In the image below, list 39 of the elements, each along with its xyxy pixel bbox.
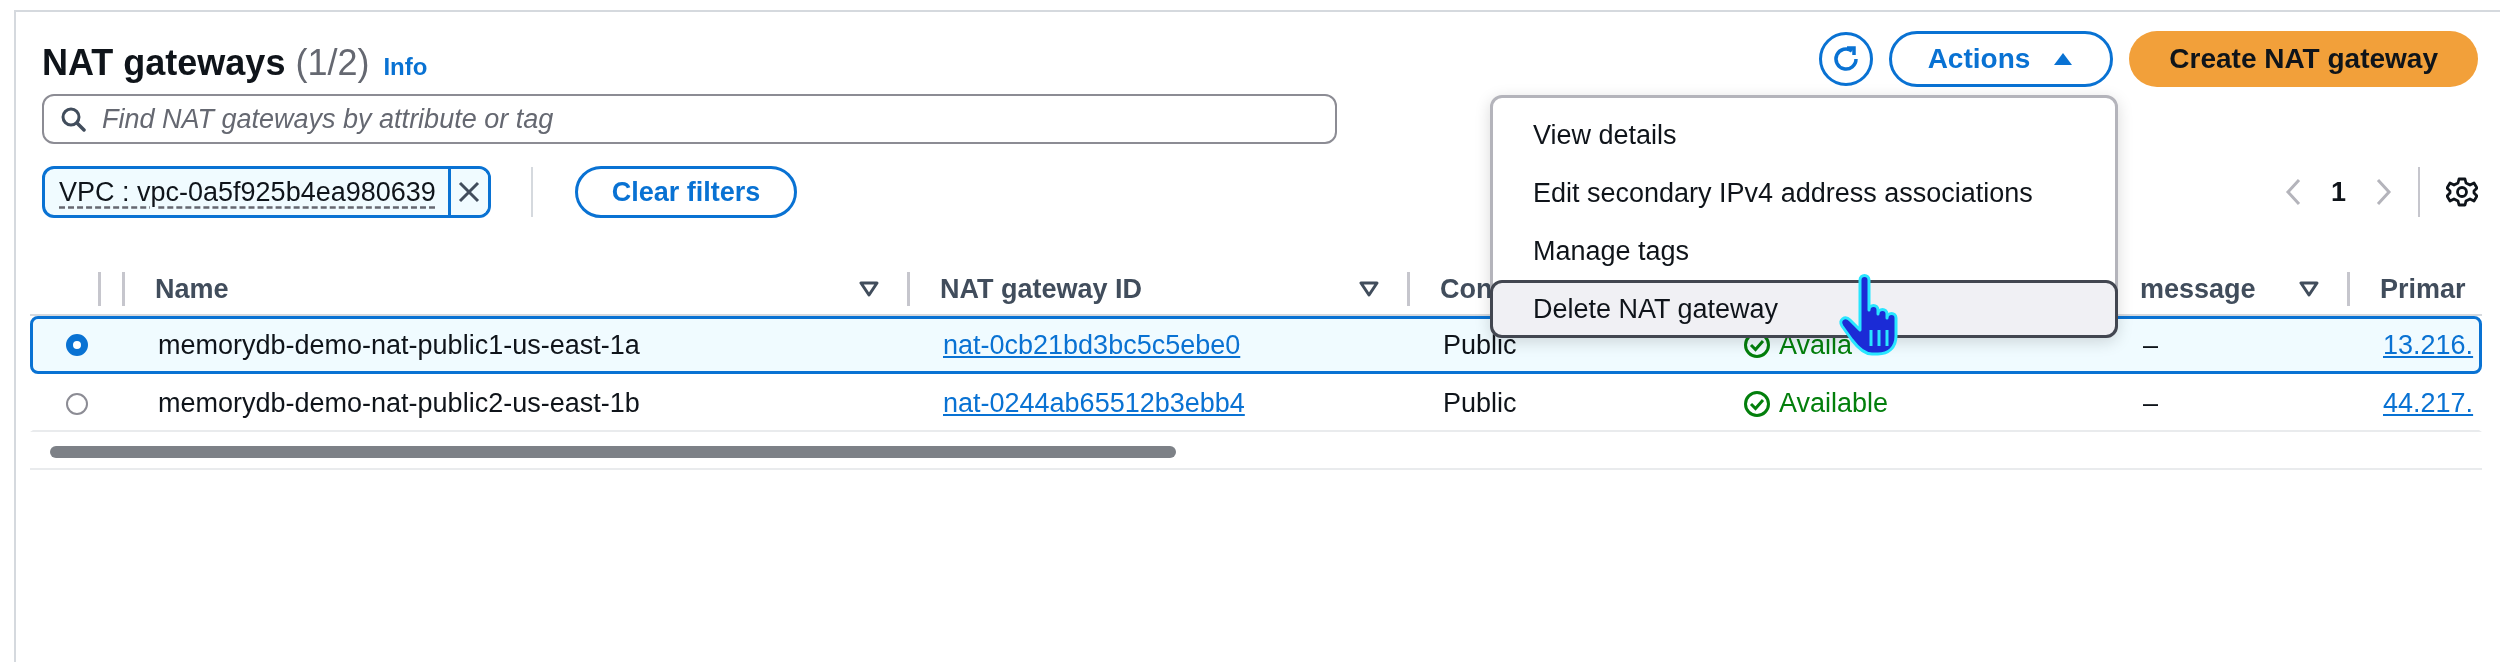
column-header[interactable]: Primar: [2380, 273, 2466, 305]
sort-icon[interactable]: [2299, 281, 2319, 297]
table-cell: –: [2143, 329, 2159, 361]
menu-item[interactable]: View details: [1490, 106, 2118, 164]
column-header[interactable]: Name: [155, 273, 859, 305]
column-header[interactable]: NAT gateway ID: [940, 273, 1359, 305]
selection-count: (1/2): [295, 42, 370, 84]
table-link[interactable]: 44.217.: [2383, 388, 2474, 419]
table-cell: –: [2143, 388, 2159, 419]
remove-filter-button[interactable]: [447, 169, 488, 215]
search-field[interactable]: Find NAT gateways by attribute or tag: [42, 94, 1337, 144]
table-link[interactable]: nat-0244ab65512b3ebb4: [943, 388, 1245, 419]
table-link[interactable]: 13.216.: [2383, 329, 2474, 361]
page-title: NAT gateways: [42, 42, 286, 84]
search-icon: [60, 106, 86, 132]
sort-icon[interactable]: [1359, 281, 1379, 297]
caret-icon: [2052, 51, 2075, 67]
menu-item[interactable]: Edit secondary IPv4 address associations: [1490, 164, 2118, 222]
filter-text: VPC : vpc-0a5f925b4ea980639: [58, 175, 437, 209]
radio-button[interactable]: [66, 334, 88, 356]
table-link[interactable]: nat-0cb21bd3bc5c5ebe0: [943, 329, 1241, 361]
settings-icon[interactable]: [2446, 176, 2478, 208]
close-icon: [458, 181, 481, 203]
table-cell: Public: [1443, 388, 1517, 419]
page-number[interactable]: 1: [2326, 176, 2350, 208]
table-cell: memorydb-demo-nat-public2-us-east-1b: [158, 388, 640, 419]
create-button[interactable]: Create NAT gateway: [2129, 31, 2478, 87]
info-link[interactable]: Info: [383, 53, 428, 81]
table-cell: memorydb-demo-nat-public1-us-east-1a: [158, 329, 640, 361]
clear-filters-button[interactable]: Clear filters: [574, 166, 798, 218]
status-text: Available: [1779, 388, 1889, 419]
radio-button[interactable]: [66, 392, 88, 415]
scrollbar[interactable]: [50, 446, 1176, 458]
menu-item[interactable]: Manage tags: [1490, 222, 2118, 280]
actions-button[interactable]: Actions: [1888, 31, 2114, 87]
check-circle-icon: [1743, 389, 1771, 418]
refresh-button[interactable]: [1818, 32, 1873, 86]
sort-icon[interactable]: [859, 281, 879, 297]
column-header[interactable]: message: [2140, 273, 2299, 305]
